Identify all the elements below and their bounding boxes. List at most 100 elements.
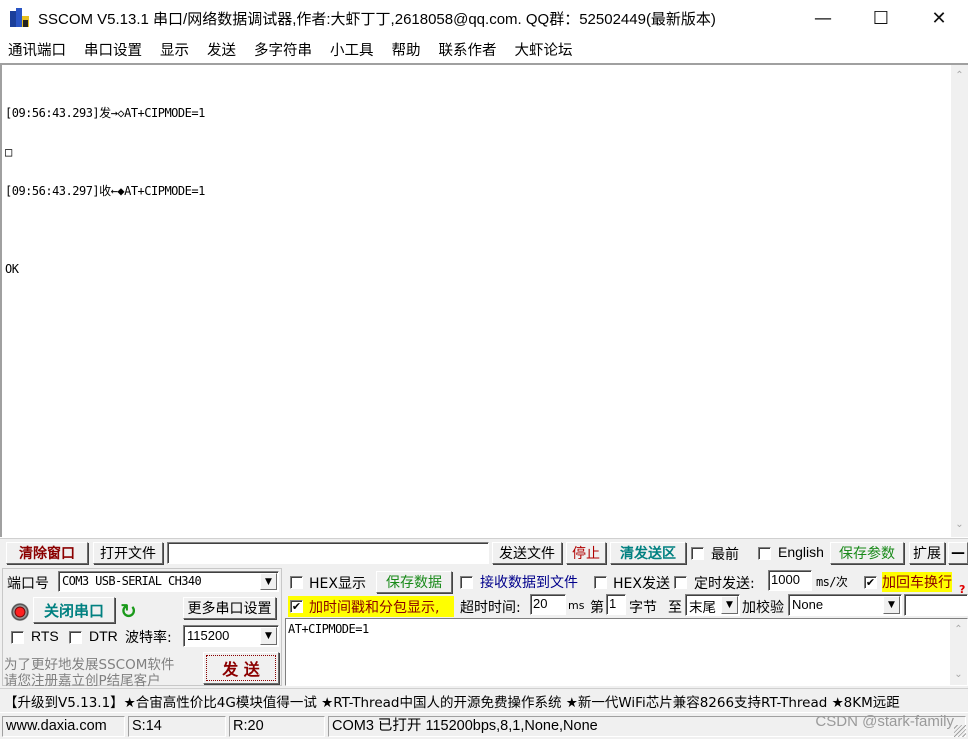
timestamp-checkbox[interactable]: ✔ (290, 600, 303, 613)
control-panel: 端口号 COM3 USB-SERIAL CH340 ▼ 关闭串口 ↻ 更多串口设… (0, 566, 968, 689)
receive-log: [09:56:43.293]发→◇AT+CIPMODE=1 □ [09:56:4… (5, 81, 205, 302)
log-line: OK (5, 262, 19, 276)
watermark: CSDN @stark-family (815, 713, 954, 730)
app-logo-icon (10, 8, 32, 28)
file-path-input[interactable] (167, 542, 489, 564)
baud-select[interactable]: 115200 ▼ (183, 625, 279, 647)
timed-unit-label: ms/次 (816, 575, 848, 589)
timestamp-label: 加时间戳和分包显示, (309, 600, 440, 616)
byte-from-label: 第 (590, 600, 604, 616)
port-panel: 端口号 COM3 USB-SERIAL CH340 ▼ 关闭串口 ↻ 更多串口设… (2, 568, 282, 689)
refresh-icon[interactable]: ↻ (120, 600, 142, 622)
ticker-text: 【升级到V5.13.1】★合宙高性价比4G模块值得一试 ★RT-Thread中国… (4, 694, 900, 711)
scroll-up-icon[interactable]: ⌃ (951, 67, 968, 84)
hex-display-checkbox[interactable] (290, 576, 303, 589)
byte-to-select[interactable]: 末尾 ▼ (685, 594, 740, 616)
menu-forum[interactable]: 大虾论坛 (506, 39, 582, 60)
expand-button[interactable]: 扩展 (909, 542, 945, 564)
open-file-button[interactable]: 打开文件 (93, 542, 163, 564)
collapse-button[interactable]: — (948, 542, 968, 564)
close-port-button[interactable]: 关闭串口 (33, 597, 115, 623)
sent-count: S:14 (128, 716, 226, 737)
log-line: [09:56:43.297]收←◆AT+CIPMODE=1 (5, 184, 205, 198)
menu-comm-port[interactable]: 通讯端口 (0, 39, 75, 60)
timeout-label: 超时时间: (460, 600, 521, 616)
rts-checkbox[interactable] (11, 631, 24, 644)
port-value: COM3 USB-SERIAL CH340 (62, 574, 202, 588)
checksum-value: None (792, 597, 824, 612)
menu-multi-string[interactable]: 多字符串 (245, 39, 321, 60)
receive-scrollbar[interactable]: ⌃ ⌄ (951, 65, 968, 537)
menu-help[interactable]: 帮助 (383, 39, 430, 60)
website-link[interactable]: www.daxia.com (2, 716, 125, 737)
send-text: AT+CIPMODE=1 (288, 622, 369, 636)
receive-area[interactable]: [09:56:43.293]发→◇AT+CIPMODE=1 □ [09:56:4… (0, 63, 968, 537)
timeout-input[interactable]: 20 (530, 594, 566, 615)
menu-send[interactable]: 发送 (198, 39, 245, 60)
save-data-button[interactable]: 保存数据 (376, 571, 452, 593)
resize-grip-icon[interactable] (954, 725, 966, 737)
clear-send-button[interactable]: 清发送区 (610, 542, 686, 564)
stop-button[interactable]: 停止 (566, 542, 606, 564)
rts-label: RTS (31, 628, 59, 644)
menu-tools[interactable]: 小工具 (321, 39, 383, 60)
promo-line-2[interactable]: 请您注册嘉立创P结尾客户 (4, 669, 161, 689)
log-line: □ (5, 145, 12, 159)
scroll-down-icon[interactable]: ⌄ (951, 516, 968, 533)
chevron-down-icon: ▼ (260, 573, 277, 590)
port-select[interactable]: COM3 USB-SERIAL CH340 ▼ (58, 571, 279, 592)
byte-unit-label: 字节 (629, 600, 657, 616)
status-bar: www.daxia.com S:14 R:20 COM3 已打开 115200b… (0, 712, 968, 739)
checksum-select[interactable]: None ▼ (788, 594, 902, 616)
minimize-icon: — (814, 7, 832, 29)
menu-serial-settings[interactable]: 串口设置 (75, 39, 151, 60)
clear-window-button[interactable]: 清除窗口 (6, 542, 88, 564)
title-bar: SSCOM V5.13.1 串口/网络数据调试器,作者:大虾丁丁,2618058… (0, 0, 968, 36)
hex-send-label: HEX发送 (613, 576, 670, 592)
timed-interval-input[interactable]: 1000 (768, 570, 812, 591)
byte-from-input[interactable]: 1 (606, 594, 626, 615)
save-params-button[interactable]: 保存参数 (830, 542, 904, 564)
close-icon: ✕ (931, 7, 947, 29)
topmost-label: 最前 (711, 547, 739, 563)
recv-to-file-label: 接收数据到文件 (480, 575, 578, 591)
send-file-button[interactable]: 发送文件 (492, 542, 562, 564)
timeout-unit-label: ms (568, 599, 585, 612)
timed-send-checkbox[interactable] (674, 576, 687, 589)
baud-value: 115200 (187, 628, 230, 643)
promo-ticker[interactable]: 【升级到V5.13.1】★合宙高性价比4G模块值得一试 ★RT-Thread中国… (0, 688, 968, 712)
recv-to-file-checkbox[interactable] (460, 576, 473, 589)
menu-bar: 通讯端口 串口设置 显示 发送 多字符串 小工具 帮助 联系作者 大虾论坛 (0, 36, 968, 62)
byte-to-value: 末尾 (689, 600, 716, 616)
english-checkbox[interactable] (758, 547, 771, 560)
dtr-checkbox[interactable] (69, 631, 82, 644)
scroll-up-icon[interactable]: ⌃ (950, 621, 967, 638)
send-button[interactable]: 发 送 (203, 652, 279, 684)
chevron-down-icon: ▼ (721, 596, 738, 614)
checksum-label: 加校验 (742, 600, 784, 616)
port-status-led-icon (11, 603, 29, 621)
log-line: [09:56:43.293]发→◇AT+CIPMODE=1 (5, 106, 205, 120)
send-text-area[interactable]: AT+CIPMODE=1 ⌃ ⌄ (285, 618, 968, 686)
baud-label: 波特率: (125, 630, 172, 646)
checksum-result-field (904, 594, 968, 616)
menu-contact-author[interactable]: 联系作者 (430, 39, 506, 60)
add-crlf-label: 加回车换行 (882, 572, 952, 592)
maximize-icon: ☐ (872, 7, 890, 29)
minimize-button[interactable]: — (794, 0, 852, 36)
close-button[interactable]: ✕ (910, 0, 968, 36)
received-count: R:20 (229, 716, 325, 737)
add-crlf-checkbox[interactable]: ✔ (864, 576, 877, 589)
hex-send-checkbox[interactable] (594, 576, 607, 589)
hex-display-label: HEX显示 (309, 576, 366, 592)
send-scrollbar[interactable]: ⌃ ⌄ (950, 619, 967, 685)
window-title: SSCOM V5.13.1 串口/网络数据调试器,作者:大虾丁丁,2618058… (38, 10, 716, 28)
topmost-checkbox[interactable] (691, 547, 704, 560)
port-label: 端口号 (7, 576, 49, 592)
english-label: English (778, 544, 824, 560)
scroll-down-icon[interactable]: ⌄ (950, 666, 967, 683)
maximize-button[interactable]: ☐ (852, 0, 910, 36)
more-port-settings-button[interactable]: 更多串口设置 (183, 597, 276, 619)
menu-display[interactable]: 显示 (151, 39, 198, 60)
